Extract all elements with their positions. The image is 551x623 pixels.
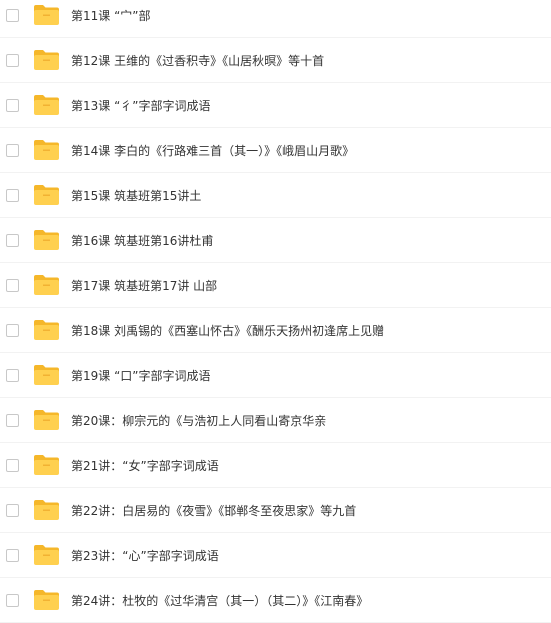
folder-icon: [33, 229, 60, 251]
folder-icon: [33, 274, 60, 296]
file-name[interactable]: 第16课 筑基班第16讲杜甫: [71, 232, 213, 249]
list-item[interactable]: 第13课 “彳”字部字词成语: [0, 83, 551, 128]
file-list: 第11课 “宀”部 第12课 王维的《过香积寺》《山居秋暝》等十首 第13课 “…: [0, 0, 551, 623]
folder-icon: [33, 454, 60, 476]
folder-icon: [33, 94, 60, 116]
list-item[interactable]: 第17课 筑基班第17讲 山部: [0, 263, 551, 308]
folder-icon: [33, 409, 60, 431]
select-checkbox[interactable]: [6, 188, 19, 202]
select-checkbox[interactable]: [6, 368, 19, 382]
list-item[interactable]: 第18课 刘禹锡的《西塞山怀古》《酬乐天扬州初逢席上见赠: [0, 308, 551, 353]
file-name[interactable]: 第12课 王维的《过香积寺》《山居秋暝》等十首: [71, 52, 324, 69]
select-checkbox[interactable]: [6, 323, 19, 337]
file-name[interactable]: 第17课 筑基班第17讲 山部: [71, 277, 217, 294]
list-item[interactable]: 第24讲：杜牧的《过华清宫（其一）（其二）》《江南春》: [0, 578, 551, 623]
folder-icon: [33, 364, 60, 386]
file-name[interactable]: 第23讲：“心”字部字词成语: [71, 547, 219, 564]
select-checkbox[interactable]: [6, 458, 19, 472]
list-item[interactable]: 第21讲：“女”字部字词成语: [0, 443, 551, 488]
folder-icon: [33, 4, 60, 26]
list-item[interactable]: 第20课：柳宗元的《与浩初上人同看山寄京华亲: [0, 398, 551, 443]
select-checkbox[interactable]: [6, 98, 19, 112]
folder-icon: [33, 499, 60, 521]
select-checkbox[interactable]: [6, 8, 19, 22]
file-name[interactable]: 第13课 “彳”字部字词成语: [71, 97, 211, 114]
folder-icon: [33, 184, 60, 206]
select-checkbox[interactable]: [6, 548, 19, 562]
select-checkbox[interactable]: [6, 53, 19, 67]
file-name[interactable]: 第15课 筑基班第15讲土: [71, 187, 201, 204]
list-item[interactable]: 第23讲：“心”字部字词成语: [0, 533, 551, 578]
list-item[interactable]: 第16课 筑基班第16讲杜甫: [0, 218, 551, 263]
file-name[interactable]: 第11课 “宀”部: [71, 7, 151, 24]
folder-icon: [33, 544, 60, 566]
list-item[interactable]: 第19课 “口”字部字词成语: [0, 353, 551, 398]
list-item[interactable]: 第12课 王维的《过香积寺》《山居秋暝》等十首: [0, 38, 551, 83]
file-name[interactable]: 第24讲：杜牧的《过华清宫（其一）（其二）》《江南春》: [71, 592, 368, 609]
list-item[interactable]: 第22讲：白居易的《夜雪》《邯郸冬至夜思家》等九首: [0, 488, 551, 533]
folder-icon: [33, 139, 60, 161]
select-checkbox[interactable]: [6, 593, 19, 607]
file-name[interactable]: 第22讲：白居易的《夜雪》《邯郸冬至夜思家》等九首: [71, 502, 356, 519]
file-name[interactable]: 第20课：柳宗元的《与浩初上人同看山寄京华亲: [71, 412, 326, 429]
list-item[interactable]: 第11课 “宀”部: [0, 0, 551, 38]
file-name[interactable]: 第21讲：“女”字部字词成语: [71, 457, 219, 474]
select-checkbox[interactable]: [6, 143, 19, 157]
list-item[interactable]: 第14课 李白的《行路难三首（其一）》《峨眉山月歌》: [0, 128, 551, 173]
file-name[interactable]: 第18课 刘禹锡的《西塞山怀古》《酬乐天扬州初逢席上见赠: [71, 322, 384, 339]
list-item[interactable]: 第15课 筑基班第15讲土: [0, 173, 551, 218]
select-checkbox[interactable]: [6, 503, 19, 517]
select-checkbox[interactable]: [6, 413, 19, 427]
file-name[interactable]: 第19课 “口”字部字词成语: [71, 367, 211, 384]
select-checkbox[interactable]: [6, 233, 19, 247]
file-name[interactable]: 第14课 李白的《行路难三首（其一）》《峨眉山月歌》: [71, 142, 354, 159]
folder-icon: [33, 589, 60, 611]
folder-icon: [33, 49, 60, 71]
folder-icon: [33, 319, 60, 341]
select-checkbox[interactable]: [6, 278, 19, 292]
